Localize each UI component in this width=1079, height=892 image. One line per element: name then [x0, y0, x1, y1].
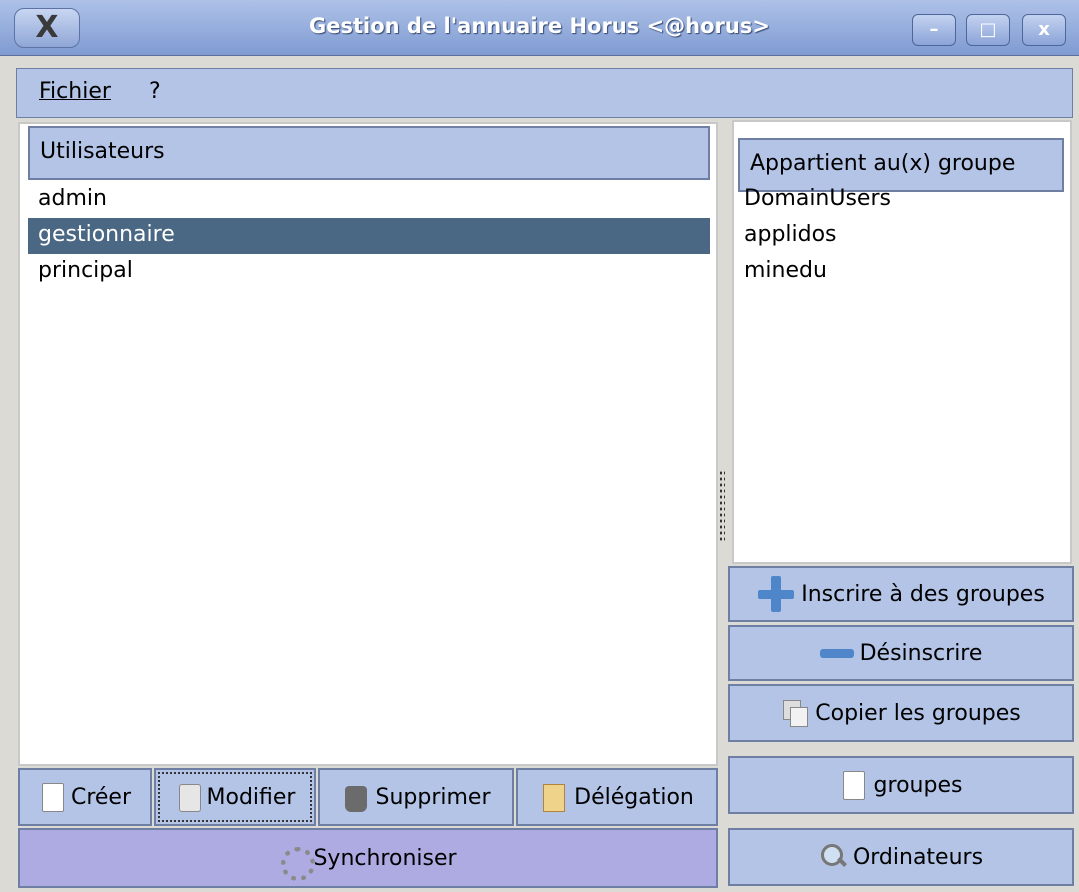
groups-label: groupes	[873, 772, 963, 798]
computers-button[interactable]: Ordinateurs	[728, 828, 1074, 886]
delegation-label: Délégation	[574, 784, 694, 810]
synchronize-label: Synchroniser	[313, 845, 457, 871]
create-button[interactable]: Créer	[18, 768, 152, 826]
groups-button[interactable]: groupes	[728, 756, 1074, 814]
menu-help[interactable]: ?	[149, 79, 161, 104]
pane-splitter-handle[interactable]	[719, 470, 725, 542]
document-icon	[39, 782, 67, 812]
unsubscribe-label: Désinscrire	[859, 640, 983, 666]
plus-icon	[757, 576, 795, 612]
delegation-hand-icon	[540, 782, 568, 812]
copy-icon	[781, 698, 809, 728]
menu-bar: Fichier ?	[16, 68, 1073, 118]
modify-label: Modifier	[206, 784, 296, 810]
unsubscribe-button[interactable]: Désinscrire	[728, 625, 1074, 681]
subscribe-groups-label: Inscrire à des groupes	[801, 581, 1045, 607]
maximize-button[interactable]: □	[966, 14, 1010, 46]
list-item[interactable]: admin	[28, 182, 710, 218]
trash-icon	[341, 782, 369, 812]
list-item[interactable]: minedu	[734, 254, 1064, 290]
create-label: Créer	[70, 784, 132, 810]
minimize-button[interactable]: –	[912, 14, 956, 46]
synchronize-button[interactable]: Synchroniser	[18, 828, 718, 888]
document-icon	[840, 770, 868, 800]
computers-label: Ordinateurs	[852, 844, 984, 870]
delegation-button[interactable]: Délégation	[516, 768, 718, 826]
groups-list[interactable]: Appartient au(x) groupe DomainUsers appl…	[732, 120, 1072, 564]
delete-label: Supprimer	[375, 784, 491, 810]
search-icon	[819, 842, 847, 872]
copy-groups-button[interactable]: Copier les groupes	[728, 684, 1074, 742]
menu-fichier[interactable]: Fichier	[39, 79, 111, 104]
tools-icon	[175, 782, 203, 812]
subscribe-groups-button[interactable]: Inscrire à des groupes	[728, 566, 1074, 622]
delete-button[interactable]: Supprimer	[318, 768, 514, 826]
list-item[interactable]: DomainUsers	[734, 182, 1064, 218]
gear-icon	[279, 843, 316, 881]
users-list[interactable]: Utilisateurs admin gestionnaire principa…	[18, 122, 718, 766]
list-item-selected[interactable]: gestionnaire	[28, 218, 710, 254]
title-bar: X Gestion de l'annuaire Horus <@horus> –…	[0, 0, 1079, 56]
users-column-header[interactable]: Utilisateurs	[28, 126, 710, 180]
minus-icon	[819, 638, 854, 668]
modify-button[interactable]: Modifier	[154, 768, 316, 826]
list-item[interactable]: applidos	[734, 218, 1064, 254]
copy-groups-label: Copier les groupes	[815, 700, 1021, 726]
close-button[interactable]: x	[1022, 14, 1066, 46]
list-item[interactable]: principal	[28, 254, 710, 290]
